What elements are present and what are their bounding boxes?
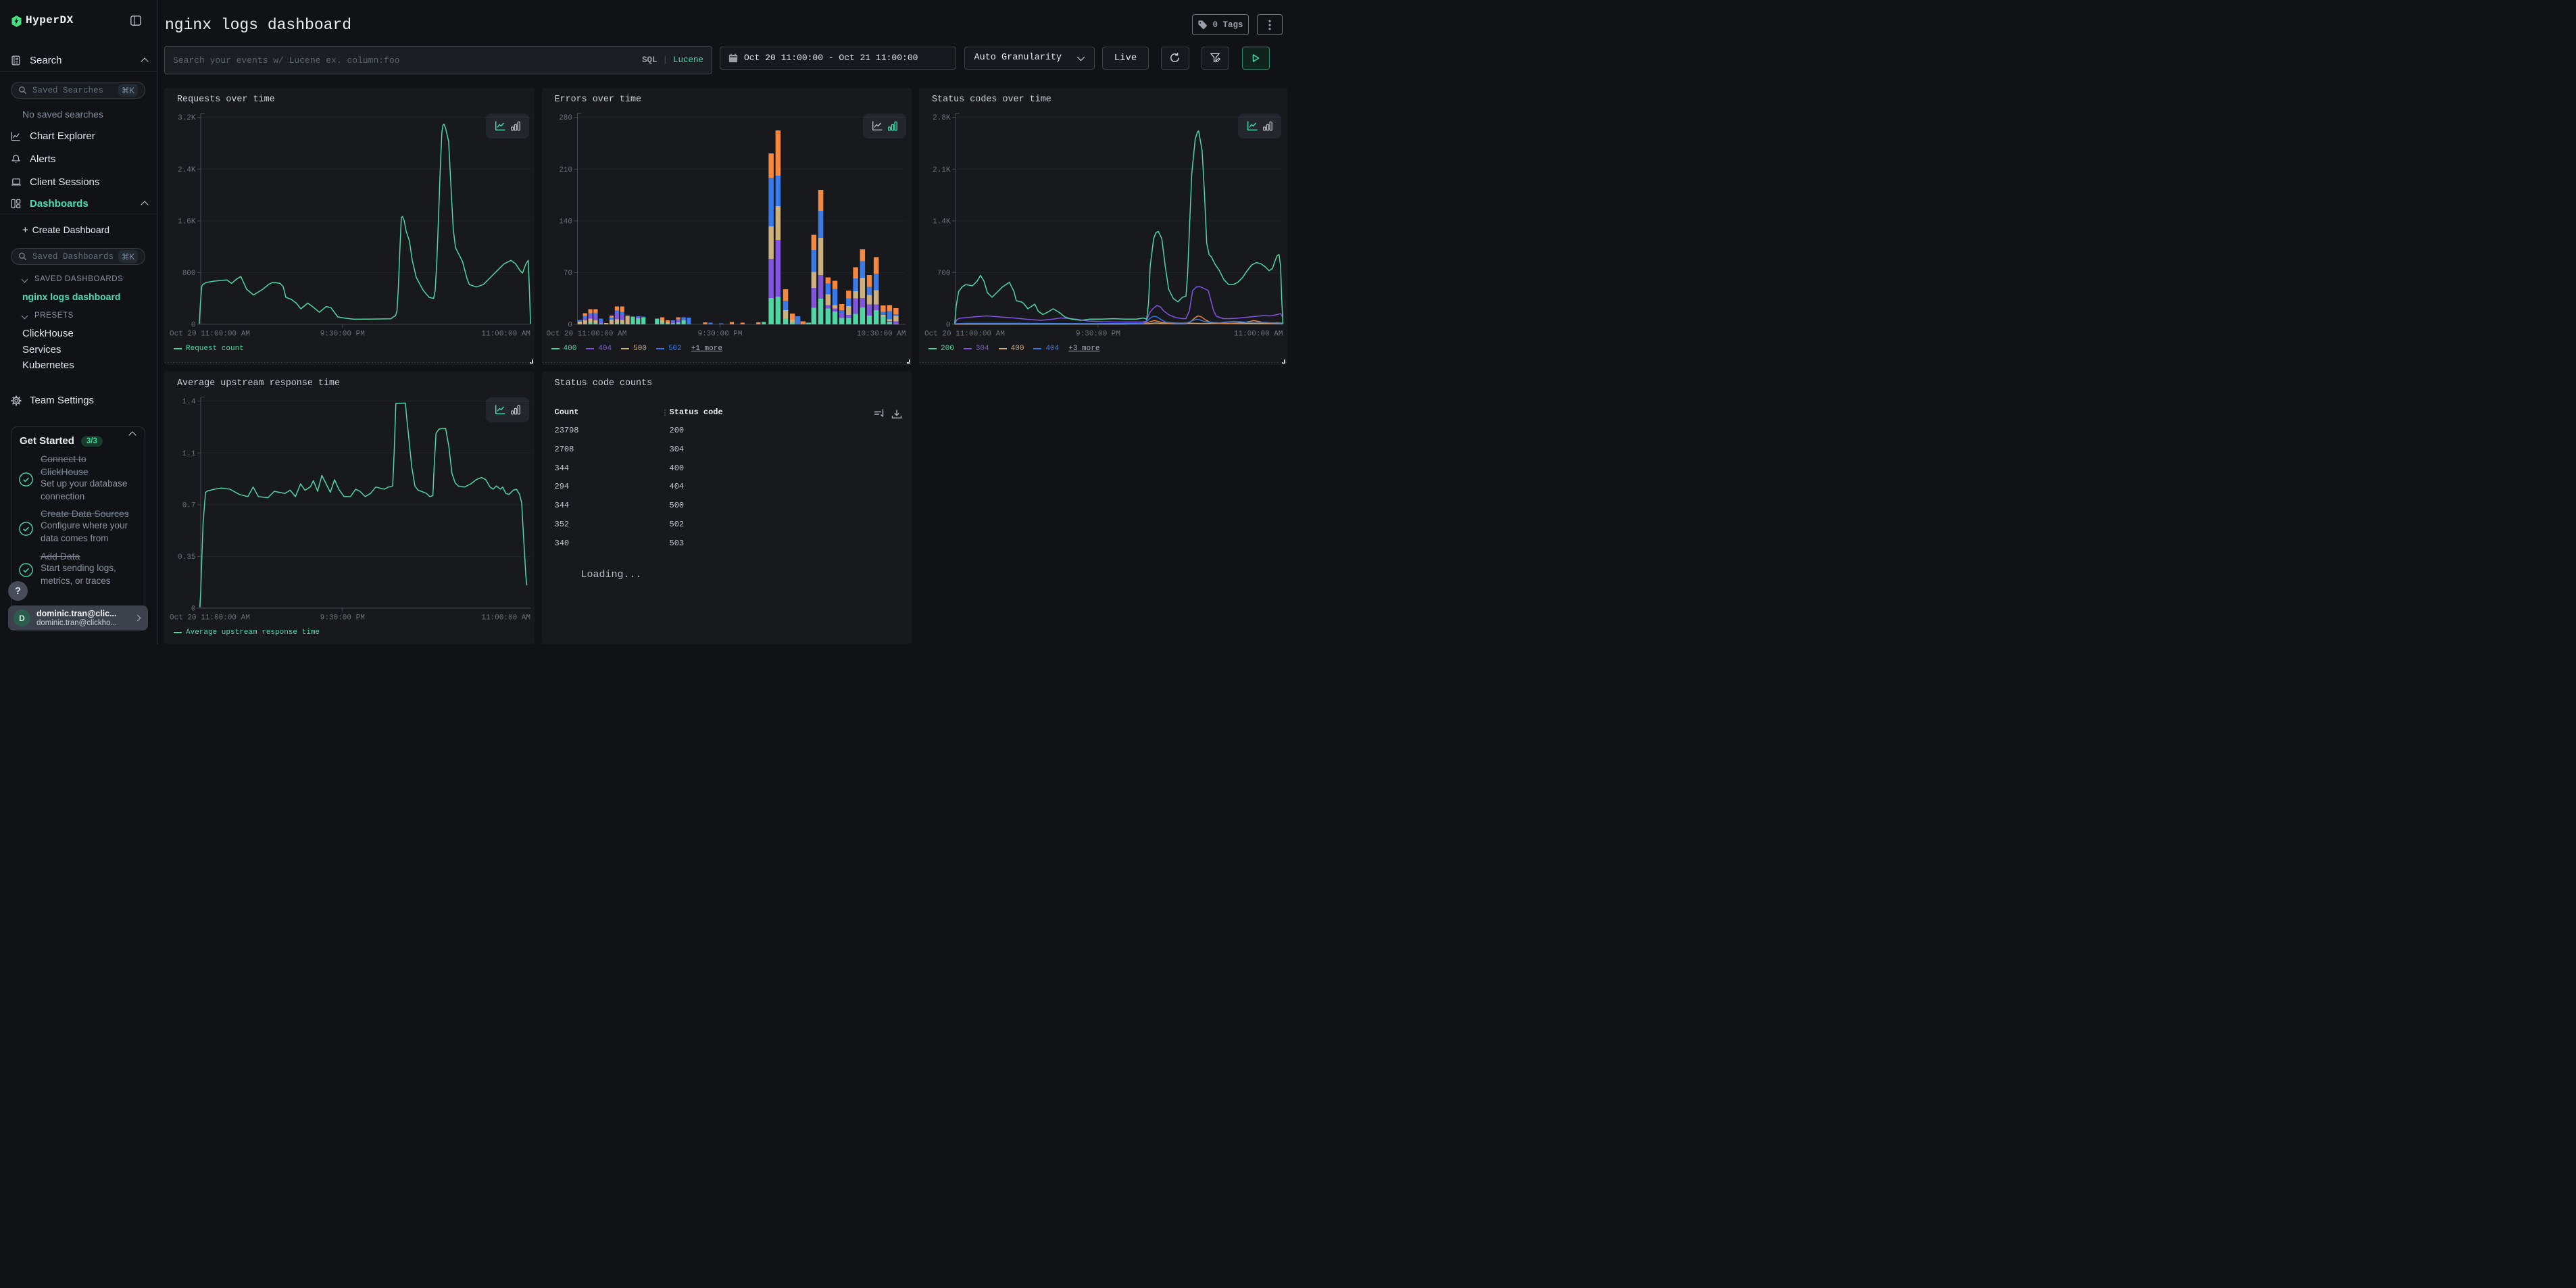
svg-text:1.4: 1.4: [182, 398, 196, 406]
svg-text:0: 0: [191, 605, 196, 613]
svg-text:1.4K: 1.4K: [933, 218, 951, 226]
svg-text:2.1K: 2.1K: [933, 166, 951, 174]
svg-text:10:30:00 AM: 10:30:00 AM: [856, 330, 906, 338]
svg-text:11:00:00 AM: 11:00:00 AM: [1234, 330, 1283, 338]
svg-text:9:30:00 PM: 9:30:00 PM: [320, 330, 365, 338]
svg-text:70: 70: [563, 270, 572, 278]
svg-text:0: 0: [568, 321, 572, 329]
svg-text:1.6K: 1.6K: [178, 218, 196, 226]
svg-text:0.35: 0.35: [178, 553, 195, 562]
svg-text:11:00:00 AM: 11:00:00 AM: [481, 614, 530, 622]
svg-text:210: 210: [559, 166, 572, 174]
svg-text:Oct 20 11:00:00 AM: Oct 20 11:00:00 AM: [170, 614, 250, 622]
svg-text:9:30:00 PM: 9:30:00 PM: [697, 330, 742, 338]
svg-text:800: 800: [182, 270, 196, 278]
svg-text:0: 0: [191, 321, 196, 329]
svg-text:Oct 20 11:00:00 AM: Oct 20 11:00:00 AM: [546, 330, 626, 338]
svg-text:1.1: 1.1: [182, 450, 196, 458]
svg-text:700: 700: [937, 270, 951, 278]
svg-text:3.2K: 3.2K: [178, 114, 196, 122]
svg-text:9:30:00 PM: 9:30:00 PM: [1076, 330, 1120, 338]
svg-text:2.4K: 2.4K: [178, 166, 196, 174]
svg-text:Oct 20 11:00:00 AM: Oct 20 11:00:00 AM: [924, 330, 1005, 338]
svg-text:0.7: 0.7: [182, 501, 196, 510]
svg-text:11:00:00 AM: 11:00:00 AM: [481, 330, 530, 338]
svg-text:2.8K: 2.8K: [933, 114, 951, 122]
svg-text:140: 140: [559, 218, 572, 226]
svg-text:280: 280: [559, 114, 572, 122]
svg-text:0: 0: [946, 321, 951, 329]
svg-text:9:30:00 PM: 9:30:00 PM: [320, 614, 365, 622]
svg-text:Oct 20 11:00:00 AM: Oct 20 11:00:00 AM: [170, 330, 250, 338]
